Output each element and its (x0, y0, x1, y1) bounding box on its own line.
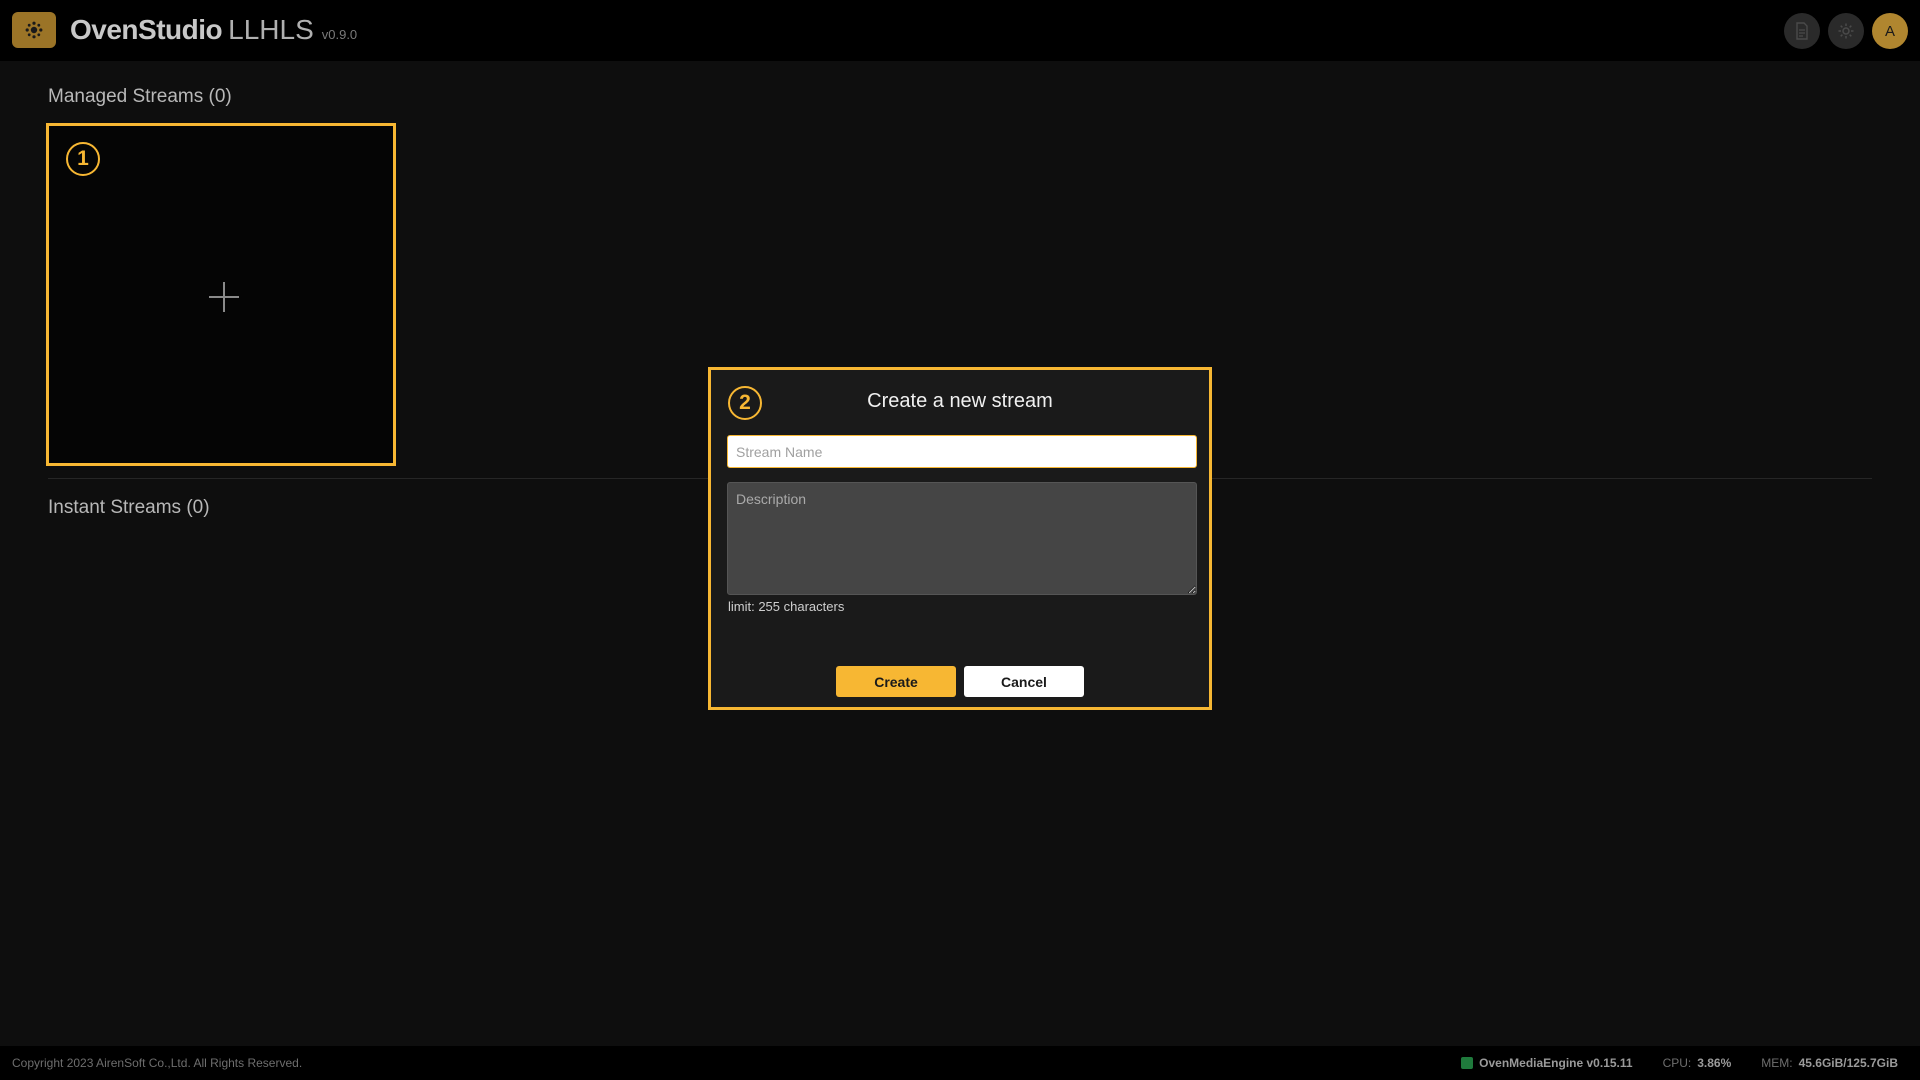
brand-product: LLHLS (228, 14, 314, 45)
mem-label: MEM: (1761, 1056, 1793, 1070)
mem-value: 45.6GiB/125.7GiB (1798, 1056, 1898, 1070)
copyright: Copyright 2023 AirenSoft Co.,Ltd. All Ri… (12, 1056, 303, 1070)
document-icon (1796, 22, 1808, 40)
brand-version: v0.9.0 (321, 27, 358, 42)
engine-status: OvenMediaEngine v0.15.11 (1461, 1056, 1633, 1070)
description-limit: limit: 255 characters (728, 599, 845, 614)
cpu-usage: CPU: 3.86% (1663, 1056, 1732, 1070)
engine-version: OvenMediaEngine v0.15.11 (1479, 1056, 1633, 1070)
app-header: OvenStudio LLHLS v0.9.0 A (0, 0, 1920, 61)
cancel-button[interactable]: Cancel (964, 666, 1084, 697)
app-footer: Copyright 2023 AirenSoft Co.,Ltd. All Ri… (0, 1046, 1920, 1080)
create-button[interactable]: Create (836, 666, 956, 697)
memory-usage: MEM: 45.6GiB/125.7GiB (1761, 1056, 1898, 1070)
engine-status-indicator (1461, 1057, 1474, 1069)
status-bar: OvenMediaEngine v0.15.11 CPU: 3.86% MEM:… (1461, 1056, 1898, 1070)
add-stream-card[interactable]: 1 (46, 123, 396, 466)
step-badge-1: 1 (66, 142, 100, 176)
logo-icon[interactable] (12, 12, 56, 48)
brand-name: OvenStudio (70, 14, 223, 45)
cpu-value: 3.86% (1697, 1056, 1732, 1070)
user-avatar[interactable]: A (1872, 13, 1908, 49)
brand: OvenStudio LLHLS v0.9.0 (70, 14, 357, 46)
stream-name-input[interactable] (727, 435, 1197, 468)
document-button[interactable] (1784, 13, 1820, 49)
managed-streams-title: Managed Streams (0) (48, 86, 232, 107)
settings-button[interactable] (1828, 13, 1864, 49)
header-actions: A (1784, 13, 1908, 49)
dialog-title: Create a new stream (867, 390, 1053, 412)
instant-streams-title: Instant Streams (0) (48, 497, 210, 518)
cpu-label: CPU: (1662, 1056, 1692, 1070)
plus-icon (209, 282, 239, 312)
gear-icon (1838, 23, 1854, 39)
description-textarea[interactable] (727, 482, 1197, 595)
create-stream-dialog: 2 Create a new stream limit: 255 charact… (708, 367, 1212, 710)
